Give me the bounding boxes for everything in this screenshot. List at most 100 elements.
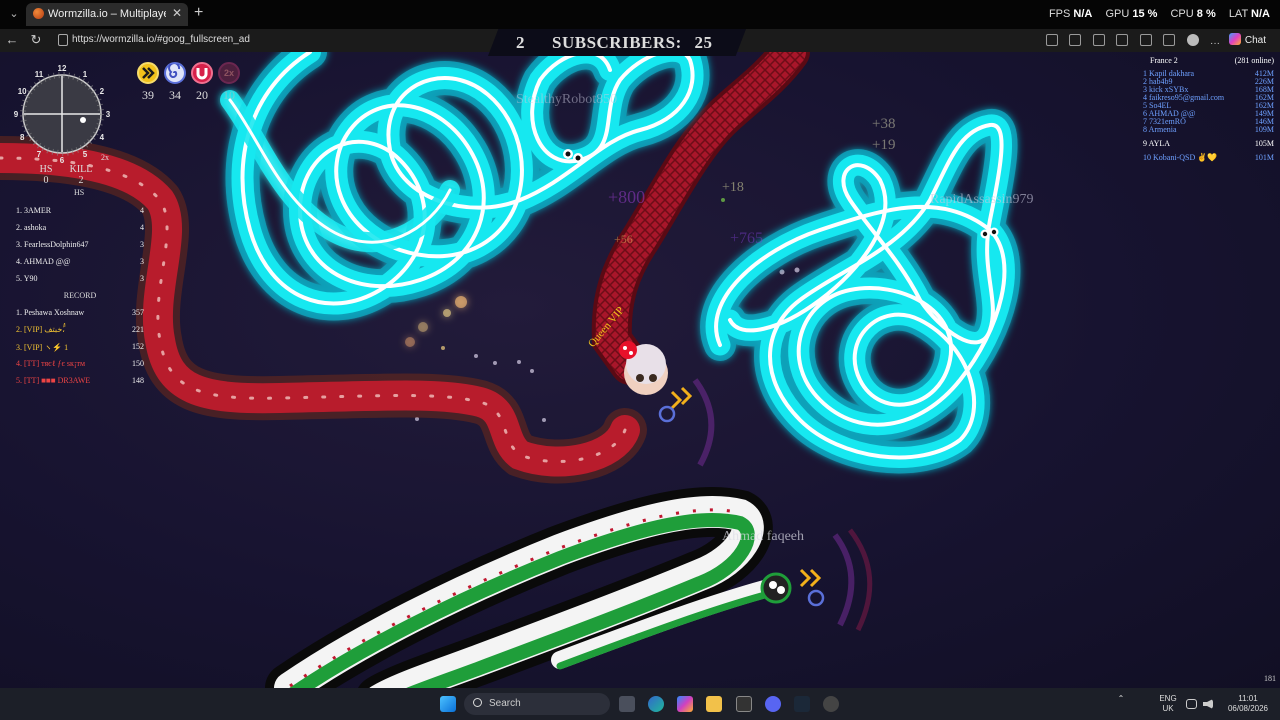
tab-list-chevron-icon[interactable]: ⌄ (6, 6, 22, 22)
corner-number: 181 (1264, 674, 1276, 683)
hs-label: HS (39, 164, 53, 175)
minimap-player-dot (80, 117, 86, 123)
tab-title: Wormzilla.io – Multiplayer Snake Game (48, 8, 166, 20)
discord-icon[interactable] (765, 696, 781, 712)
volume-icon[interactable] (1203, 699, 1213, 709)
url-field[interactable]: https://wormzilla.io/#goog_fullscreen_ad (52, 31, 482, 50)
floating-score: +765 (730, 230, 764, 247)
fps-label: FPS (1048, 8, 1071, 20)
list-item: 1. Peshawa Xoshnaw 357 (16, 308, 144, 317)
tab-close-icon[interactable]: ✕ (172, 6, 182, 20)
search-icon (473, 698, 482, 707)
list-item: 1. 3AMER 4 (16, 206, 144, 215)
hs-stat: HS 0 (34, 164, 58, 186)
back-arrow-icon[interactable]: ← (4, 32, 20, 47)
start-windows-icon[interactable] (440, 696, 456, 712)
list-item: 3. [VIP] ヽ⚡ 1 152 (16, 342, 144, 352)
clock-number: 6 (60, 156, 65, 165)
windows-taskbar: Search ⌃ ENG UK 11:01 06/08/2026 (0, 688, 1280, 720)
subscribers-count: 25 (694, 33, 713, 52)
favorites-icon[interactable] (1139, 34, 1152, 46)
banner-number: 2 (516, 33, 525, 52)
steam-icon[interactable] (794, 696, 810, 712)
magnet-icon (191, 62, 213, 84)
task-view-icon[interactable] (619, 696, 635, 712)
lang-bottom: UK (1162, 704, 1174, 713)
online-count: (281 online) (1234, 56, 1274, 65)
epic-games-icon[interactable] (736, 696, 752, 712)
server-name: France 2 (1150, 56, 1178, 65)
clock-number: 12 (58, 64, 67, 73)
taskbar-search[interactable]: Search (464, 693, 610, 715)
lang-top: ENG (1159, 694, 1177, 703)
floating-score: +800 (608, 187, 646, 207)
clock[interactable]: 11:01 06/08/2026 (1222, 694, 1274, 714)
game-canvas[interactable]: StealthyRobot850 RapidAssassin979 Queen … (0, 52, 1280, 688)
browser-toolbar-icons: ··· (1039, 33, 1220, 51)
browser-tab-bar: ⌄ Wormzilla.io – Multiplayer Snake Game … (0, 0, 1280, 29)
lat-value: N/A (1251, 8, 1270, 20)
extensions-icon[interactable] (1116, 34, 1129, 46)
clock-number: 8 (20, 133, 25, 142)
list-item: 4. AHMAD @@ 3 (16, 257, 144, 266)
gpu-label: GPU (1105, 8, 1130, 20)
spiral-count: 34 (169, 88, 181, 102)
cyan-worm-right (700, 109, 1021, 474)
flag-worm (265, 486, 792, 688)
browser-tab[interactable]: Wormzilla.io – Multiplayer Snake Game ✕ (26, 3, 188, 26)
player-name-label: RapidAssassin979 (930, 192, 1034, 207)
split-screen-icon[interactable] (1045, 34, 1058, 46)
hs-sub-label: HS (74, 188, 85, 197)
list-item: 5. [TT] ■■■ DR3AWE 148 (16, 376, 144, 385)
obs-icon[interactable] (823, 696, 839, 712)
subscribers-banner: 2 SUBSCRIBERS: 25 (488, 29, 746, 56)
edge-browser-icon[interactable] (648, 696, 664, 712)
copilot-chat-button[interactable]: Chat (1228, 33, 1266, 46)
clock-number: 10 (18, 87, 27, 96)
favorite-star-icon[interactable] (1092, 34, 1105, 46)
spiral-icon (164, 62, 186, 84)
copilot-app-icon[interactable] (677, 696, 693, 712)
new-tab-plus-icon[interactable]: + (194, 4, 203, 22)
screen: ⌄ Wormzilla.io – Multiplayer Snake Game … (0, 0, 1280, 720)
lat-label: LAT (1228, 8, 1248, 20)
time: 11:01 (1238, 694, 1258, 703)
server-header: France 2 (281 online) (1138, 56, 1276, 65)
list-item: 10 Kobani-QSD ✌💛 101M (1143, 153, 1274, 162)
double-score-icon: 2x (218, 62, 240, 84)
floating-score: +18 (722, 180, 744, 195)
collections-icon[interactable] (1163, 34, 1176, 46)
flag-worm-boost-arrows (799, 528, 873, 632)
more-menu-icon[interactable]: ··· (1210, 39, 1220, 51)
current-player-row: 9 AYLA 105M (1143, 139, 1274, 148)
reading-mode-icon[interactable] (1069, 34, 1082, 46)
subscribers-label: SUBSCRIBERS: 25 (552, 33, 713, 52)
kill-label: KILL (69, 164, 93, 175)
cpu-label: CPU (1170, 8, 1194, 20)
clock-number: 11 (35, 70, 44, 79)
display-icon[interactable] (1186, 699, 1197, 709)
floating-score: +56 (614, 232, 633, 246)
wormzilla-favicon-icon (33, 8, 44, 19)
performance-overlay: FPS N/A GPU 15 % CPU 8 % LAT N/A (1049, 8, 1270, 20)
list-item: 4. [TT] тяєℓ ƒє ѕк¡тм 150 (16, 359, 144, 368)
search-label: Search (489, 698, 521, 709)
clock-number: 3 (106, 110, 111, 119)
copilot-icon (1228, 33, 1241, 45)
site-info-icon[interactable] (58, 34, 68, 46)
language-indicator[interactable]: ENG UK (1156, 694, 1180, 714)
list-item: 8 Armenia 109M (1143, 125, 1274, 134)
list-item: 2. ashoka 4 (16, 223, 144, 232)
fps-value: N/A (1073, 8, 1093, 20)
tray-chevron-icon[interactable]: ⌃ (1115, 694, 1127, 704)
reload-icon[interactable]: ↻ (28, 32, 44, 48)
minimap: 121234567891011 (14, 64, 111, 165)
player-name-label: StealthyRobot850 (516, 92, 618, 107)
floating-score: +19 (872, 137, 896, 153)
double-count: 10 (223, 88, 235, 102)
player-name-label: Ahmad faqeeh (722, 529, 805, 544)
file-explorer-icon[interactable] (706, 696, 722, 712)
profile-avatar-icon[interactable] (1186, 34, 1199, 46)
chat-label: Chat (1244, 35, 1266, 46)
clock-number: 9 (14, 110, 19, 119)
